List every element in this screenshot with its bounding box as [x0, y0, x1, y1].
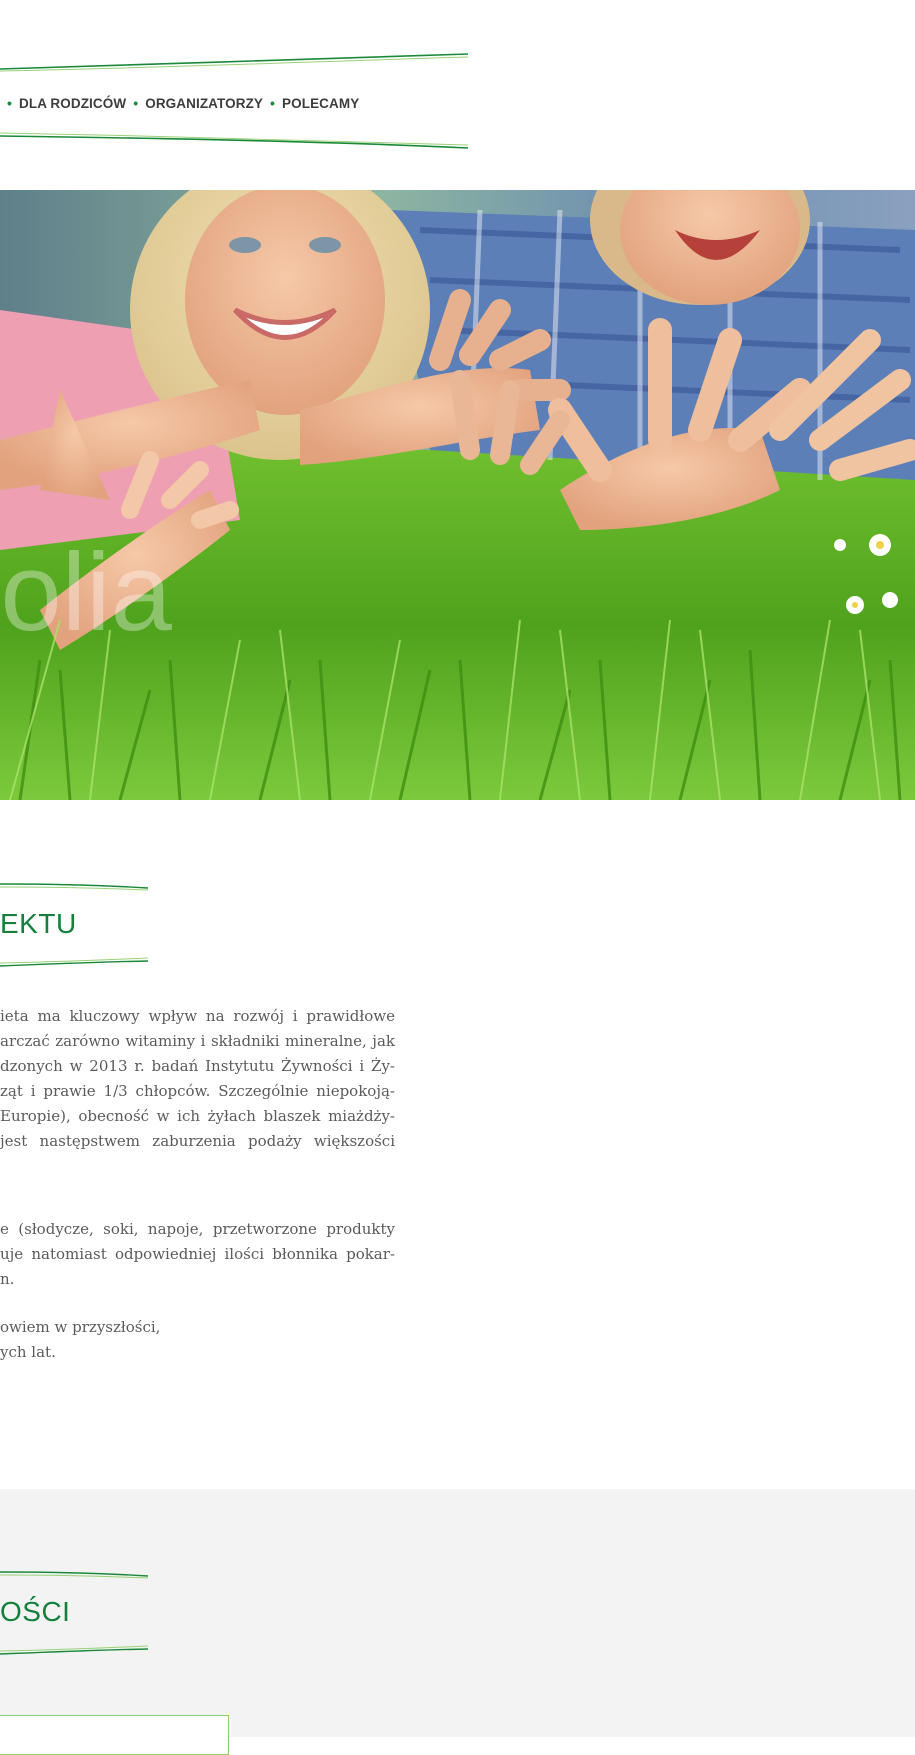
- paragraph-line: e (słodycze, soki, napoje, przetworzone …: [0, 1220, 395, 1238]
- nav-separator-dot: •: [270, 95, 276, 111]
- paragraph-line: n.: [0, 1270, 15, 1288]
- nav-item-polecamy[interactable]: POLECAMY: [282, 96, 359, 111]
- body-paragraph: owiem w przyszłości, ych lat.: [0, 1315, 395, 1365]
- paragraph-line: uje natomiast odpowiedniej ilości błonni…: [0, 1245, 395, 1263]
- nav-separator-dot: •: [133, 95, 139, 111]
- body-paragraph: ieta ma kluczowy wpływ na rozwój i prawi…: [0, 1004, 395, 1154]
- section-heading-project: EKTU: [0, 908, 77, 939]
- news-card[interactable]: [0, 1715, 229, 1755]
- nav-item-dla-rodzicow[interactable]: DLA RODZICÓW: [19, 96, 126, 111]
- paragraph-line: owiem w przyszłości,: [0, 1318, 161, 1336]
- hero-image-children-in-grass: tolia: [0, 190, 915, 800]
- paragraph-line: ząt i prawie 1/3 chłopców. Szczególnie n…: [0, 1082, 395, 1100]
- nav-separator-dot: •: [7, 95, 13, 111]
- paragraph-line: arczać zarówno witaminy i składniki mine…: [0, 1032, 395, 1050]
- nav-item-organizatorzy[interactable]: ORGANIZATORZY: [145, 96, 263, 111]
- section-heading-news: OŚCI: [0, 1596, 71, 1627]
- main-navigation: • DLA RODZICÓW • ORGANIZATORZY • POLECAM…: [0, 93, 470, 113]
- hero-watermark-text: tolia: [0, 531, 173, 654]
- paragraph-line: dzonych w 2013 r. badań Instytutu Żywnoś…: [0, 1057, 395, 1075]
- paragraph-line: jest następstwem zaburzenia podaży więks…: [0, 1132, 395, 1150]
- paragraph-line: ych lat.: [0, 1343, 56, 1361]
- body-paragraph: e (słodycze, soki, napoje, przetworzone …: [0, 1217, 395, 1292]
- paragraph-line: ieta ma kluczowy wpływ na rozwój i prawi…: [0, 1007, 395, 1025]
- paragraph-line: Europie), obecność w ich żyłach blaszek …: [0, 1107, 395, 1125]
